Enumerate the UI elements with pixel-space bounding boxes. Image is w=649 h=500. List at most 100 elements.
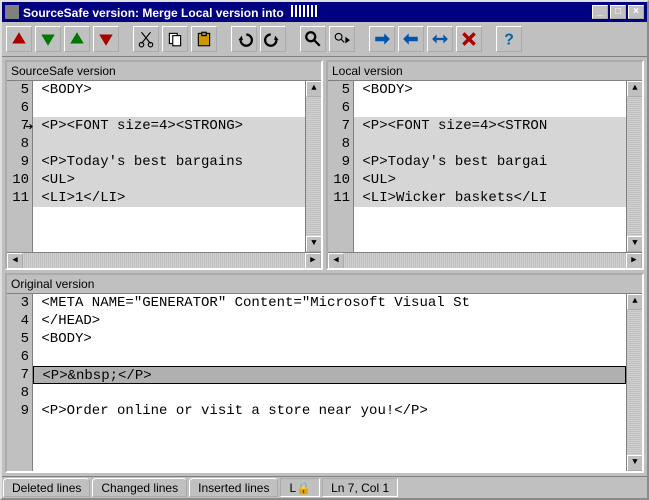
nav-down-red-button[interactable] xyxy=(93,26,119,52)
scroll-up-icon[interactable]: ▲ xyxy=(306,81,321,97)
merge-both-button[interactable] xyxy=(427,26,453,52)
code-line[interactable]: <META NAME="GENERATOR" Content="Microsof… xyxy=(33,294,626,312)
line-number: 7 xyxy=(10,366,29,384)
vscrollbar[interactable]: ▲ ▼ xyxy=(305,81,321,252)
find-next-button[interactable] xyxy=(329,26,355,52)
minimize-button[interactable]: _ xyxy=(592,5,608,19)
line-number: 10 xyxy=(10,171,29,189)
code-line[interactable] xyxy=(33,348,626,366)
line-number: 9 xyxy=(10,153,29,171)
maximize-button[interactable]: □ xyxy=(610,5,626,19)
original-pane: Original version 3456789 <META NAME="GEN… xyxy=(5,273,644,473)
copy-button[interactable] xyxy=(162,26,188,52)
code-line[interactable]: <LI>Wicker baskets</LI xyxy=(354,189,626,207)
scroll-left-icon[interactable]: ◀ xyxy=(7,253,23,268)
code-line[interactable]: <P>Today's best bargai xyxy=(354,153,626,171)
title-label: SourceSafe version: Merge Local version … xyxy=(23,6,284,20)
code-line[interactable]: <P><FONT size=4><STRON xyxy=(354,117,626,135)
title-text: SourceSafe version: Merge Local version … xyxy=(23,5,592,20)
merge-cancel-icon xyxy=(460,30,478,48)
line-number: 11 xyxy=(10,189,29,207)
help-button[interactable]: ? xyxy=(496,26,522,52)
code-line[interactable]: <UL> xyxy=(33,171,305,189)
scroll-track[interactable] xyxy=(627,310,642,455)
top-row: SourceSafe version ➔ 567891011 <BODY> <P… xyxy=(5,60,644,270)
line-number: 7 xyxy=(331,117,350,135)
titlebar[interactable]: SourceSafe version: Merge Local version … xyxy=(2,2,647,22)
code-line[interactable] xyxy=(354,99,626,117)
scroll-left-icon[interactable]: ◀ xyxy=(328,253,344,268)
nav-down-red-icon xyxy=(97,30,115,48)
nav-down-green-button[interactable] xyxy=(35,26,61,52)
scroll-track[interactable] xyxy=(306,97,321,236)
code-line[interactable] xyxy=(33,99,305,117)
scroll-down-icon[interactable]: ▼ xyxy=(306,236,321,252)
code-line[interactable]: <P>&nbsp;</P> xyxy=(33,366,626,384)
nav-up-red-button[interactable] xyxy=(6,26,32,52)
scroll-up-icon[interactable]: ▲ xyxy=(627,81,642,97)
code-line[interactable]: <P>Today's best bargains xyxy=(33,153,305,171)
undo-icon xyxy=(235,30,253,48)
code-line[interactable]: <LI>1</LI> xyxy=(33,189,305,207)
nav-up-red-icon xyxy=(10,30,28,48)
paste-button[interactable] xyxy=(191,26,217,52)
hscrollbar[interactable]: ◀ ▶ xyxy=(328,252,642,268)
tab-deleted[interactable]: Deleted lines xyxy=(3,478,90,497)
tab-changed[interactable]: Changed lines xyxy=(92,478,187,497)
scroll-track[interactable] xyxy=(23,253,305,268)
line-number: 9 xyxy=(10,402,29,420)
scroll-track[interactable] xyxy=(344,253,626,268)
code-line[interactable] xyxy=(33,384,626,402)
code-line[interactable] xyxy=(33,135,305,153)
line-number: 10 xyxy=(331,171,350,189)
merge-both-icon xyxy=(431,30,449,48)
scroll-up-icon[interactable]: ▲ xyxy=(627,294,642,310)
code-line[interactable]: <BODY> xyxy=(354,81,626,99)
code-line[interactable]: <P>Order online or visit a store near yo… xyxy=(33,402,626,420)
code-line[interactable]: </HEAD> xyxy=(33,312,626,330)
code-line[interactable]: <P><FONT size=4><STRONG> xyxy=(33,117,305,135)
find-next-icon xyxy=(333,30,351,48)
scroll-down-icon[interactable]: ▼ xyxy=(627,236,642,252)
sourcesafe-pane: SourceSafe version ➔ 567891011 <BODY> <P… xyxy=(5,60,323,270)
cut-icon xyxy=(137,30,155,48)
merge-right-button[interactable] xyxy=(369,26,395,52)
code-line[interactable]: <BODY> xyxy=(33,81,305,99)
code-lines[interactable]: <BODY> <P><FONT size=4><STRONG> <P>Today… xyxy=(33,81,305,252)
panes-container: SourceSafe version ➔ 567891011 <BODY> <P… xyxy=(2,57,647,476)
scroll-right-icon[interactable]: ▶ xyxy=(626,253,642,268)
merge-left-icon xyxy=(402,30,420,48)
nav-up-green-button[interactable] xyxy=(64,26,90,52)
line-number: 6 xyxy=(10,348,29,366)
cursor-position: Ln 7, Col 1 xyxy=(322,478,398,497)
cut-button[interactable] xyxy=(133,26,159,52)
merge-left-button[interactable] xyxy=(398,26,424,52)
merge-cancel-button[interactable] xyxy=(456,26,482,52)
original-code[interactable]: 3456789 <META NAME="GENERATOR" Content="… xyxy=(7,294,642,471)
hscrollbar[interactable]: ◀ ▶ xyxy=(7,252,321,268)
undo-button[interactable] xyxy=(231,26,257,52)
scroll-right-icon[interactable]: ▶ xyxy=(305,253,321,268)
code-lines[interactable]: <META NAME="GENERATOR" Content="Microsof… xyxy=(33,294,626,471)
tab-inserted[interactable]: Inserted lines xyxy=(189,478,278,497)
line-number: 8 xyxy=(10,135,29,153)
sourcesafe-code[interactable]: ➔ 567891011 <BODY> <P><FONT size=4><STRO… xyxy=(7,81,321,268)
nav-down-green-icon xyxy=(39,30,57,48)
local-code[interactable]: 567891011 <BODY> <P><FONT size=4><STRON … xyxy=(328,81,642,268)
vscrollbar[interactable]: ▲ ▼ xyxy=(626,294,642,471)
redo-button[interactable] xyxy=(260,26,286,52)
code-line[interactable]: <UL> xyxy=(354,171,626,189)
scroll-track[interactable] xyxy=(627,97,642,236)
scroll-down-icon[interactable]: ▼ xyxy=(627,455,642,471)
close-button[interactable]: × xyxy=(628,5,644,19)
vscrollbar[interactable]: ▲ ▼ xyxy=(626,81,642,252)
line-number: 11 xyxy=(331,189,350,207)
find-button[interactable] xyxy=(300,26,326,52)
svg-text:?: ? xyxy=(504,32,514,48)
gutter: 3456789 xyxy=(7,294,33,471)
code-line[interactable]: <BODY> xyxy=(33,330,626,348)
code-line[interactable] xyxy=(354,135,626,153)
code-lines[interactable]: <BODY> <P><FONT size=4><STRON <P>Today's… xyxy=(354,81,626,252)
line-number: 5 xyxy=(10,81,29,99)
status-spacer xyxy=(399,477,647,498)
